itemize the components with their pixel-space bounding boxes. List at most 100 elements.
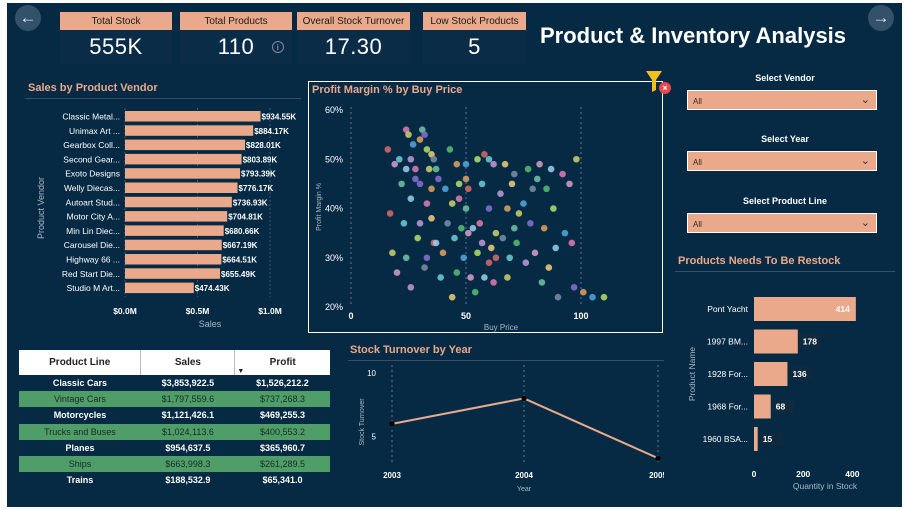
x-tick-label: 2004: [515, 471, 533, 480]
scatter-point: [474, 249, 481, 257]
column-header[interactable]: Product Line: [19, 350, 142, 375]
kpi-label: Low Stock Products: [423, 12, 526, 30]
y-axis-title: Product Name: [687, 347, 697, 402]
scatter-point: [508, 180, 516, 188]
back-button[interactable]: ←: [15, 5, 41, 31]
scatter-point: [481, 274, 488, 281]
y-tick-label: 1928 For...: [707, 369, 748, 379]
scatter-point: [570, 284, 578, 291]
scatter-point: [568, 239, 576, 247]
year-select[interactable]: All ⌄: [687, 151, 877, 171]
scatter-point: [524, 165, 532, 173]
y-tick-label: Unimax Art ...: [69, 126, 120, 136]
x-tick-label: 0: [348, 311, 353, 321]
restock-card: Products Needs To Be Restock 0 200 400 Pont…: [673, 252, 895, 492]
y-tick-label: Welly Diecas...: [64, 183, 120, 193]
y-tick-label: 50%: [325, 154, 343, 164]
data-label: 414: [836, 304, 850, 314]
slicer-value: All: [693, 220, 702, 229]
scatter-point: [421, 264, 428, 271]
x-tick-label: 50: [461, 311, 471, 321]
x-tick-label: 100: [573, 311, 588, 321]
data-point: [521, 395, 527, 402]
sort-desc-icon: ▼: [237, 368, 245, 375]
vendor-slicer: Select Vendor All ⌄: [680, 68, 890, 123]
scatter-point: [458, 224, 465, 232]
scatter-point: [453, 269, 461, 276]
scatter-point: [522, 259, 530, 266]
y-tick-label: 60%: [325, 105, 343, 115]
table-cell: $3,853,922.5: [161, 378, 215, 389]
x-tick-label: $0.5M: [186, 306, 210, 316]
scatter-point: [432, 165, 440, 173]
y-tick-label: Exoto Designs: [65, 169, 120, 179]
y-tick-label: 5: [372, 433, 377, 442]
clear-filter-icon[interactable]: ×: [659, 82, 671, 94]
scatter-point: [407, 284, 415, 291]
table-cell: $1,121,426.1: [161, 410, 215, 421]
scatter-point: [465, 185, 472, 193]
data-label: $474.43K: [195, 284, 230, 293]
stock-turnover-card: Stock Turnover by Year 200320042005510Ye…: [345, 337, 664, 494]
data-label: $934.55K: [262, 113, 297, 122]
data-label: $828.01K: [246, 141, 281, 150]
kpi-low-stock: Low Stock Products 5: [423, 12, 526, 64]
y-tick-label: Red Start Die...: [62, 269, 120, 279]
scatter-point: [485, 155, 493, 163]
chevron-down-icon: ⌄: [860, 155, 870, 167]
table-row[interactable]: Motorcycles $1,121,426.1 $469,255.3: [19, 407, 330, 424]
scatter-point: [552, 244, 559, 252]
series-line: [391, 397, 659, 460]
column-header[interactable]: Sales: [140, 350, 236, 375]
scatter-point: [455, 195, 463, 202]
scatter-point: [398, 180, 405, 188]
scatter-point: [471, 288, 479, 296]
forward-button[interactable]: →: [868, 5, 894, 31]
table-row[interactable]: Classic Cars $3,853,922.5 $1,526,212.2: [19, 375, 330, 392]
scatter-point: [402, 254, 410, 262]
x-axis-title: Buy Price: [484, 323, 519, 332]
kpi-value: 110: [217, 34, 255, 59]
table-row[interactable]: Trucks and Buses $1,024,113.6 $400,553.2: [19, 423, 330, 440]
data-label: 15: [763, 434, 773, 444]
scatter-point: [490, 160, 497, 168]
table-cell: Vintage Cars: [54, 394, 106, 405]
table-cell: $469,255.3: [259, 410, 305, 421]
table-cell: Classic Cars: [52, 378, 107, 389]
bar: [754, 362, 788, 386]
scatter-point: [545, 264, 553, 271]
scatter-point: [467, 274, 474, 281]
profit-margin-chart: 0 50 100 20% 30% 40% 50% 60% Buy Price Profit Mar…: [316, 105, 608, 332]
y-tick-label: 20%: [325, 302, 343, 312]
scatter-point: [580, 288, 587, 296]
scatter-point: [513, 239, 520, 247]
table-row[interactable]: Trains $188,532.9 $65,341.0: [19, 472, 330, 489]
product-line-select[interactable]: All ⌄: [687, 213, 877, 233]
table-cell: Trains: [66, 475, 94, 486]
info-icon[interactable]: i: [272, 41, 284, 53]
scatter-point: [462, 160, 470, 168]
table-row[interactable]: Planes $954,637.5 $365,960.7: [19, 439, 330, 456]
scatter-point: [407, 155, 415, 163]
x-tick-label: 400: [845, 469, 859, 479]
kpi-value: 5: [423, 30, 526, 64]
scatter-point: [534, 175, 541, 183]
kpi-label: Total Products: [180, 12, 292, 30]
scatter-point: [428, 215, 435, 222]
vendor-select[interactable]: All ⌄: [687, 90, 877, 110]
scatter-point: [416, 180, 424, 188]
table-row[interactable]: Ships $663,998.3 $261,289.5: [19, 455, 330, 473]
x-tick-label: 200: [796, 469, 810, 479]
table-row[interactable]: Vintage Cars $1,797,559.6 $737,268.3: [19, 391, 330, 408]
slicer-label: Select Product Line: [742, 196, 828, 206]
sales-by-vendor-chart: $0.0M $0.5M $1.0M Classic Metal... $934.55K U…: [36, 108, 297, 329]
data-label: $884.17K: [254, 127, 289, 136]
slicer-value: All: [693, 158, 702, 167]
scatter-point: [506, 254, 513, 262]
table-cell: $1,024,113.6: [161, 426, 214, 437]
data-label: 178: [803, 337, 817, 347]
scatter-point: [409, 141, 417, 148]
scatter-point: [400, 219, 408, 227]
scatter-point: [476, 219, 484, 227]
column-header-sorted[interactable]: Profit ▼: [235, 350, 330, 375]
